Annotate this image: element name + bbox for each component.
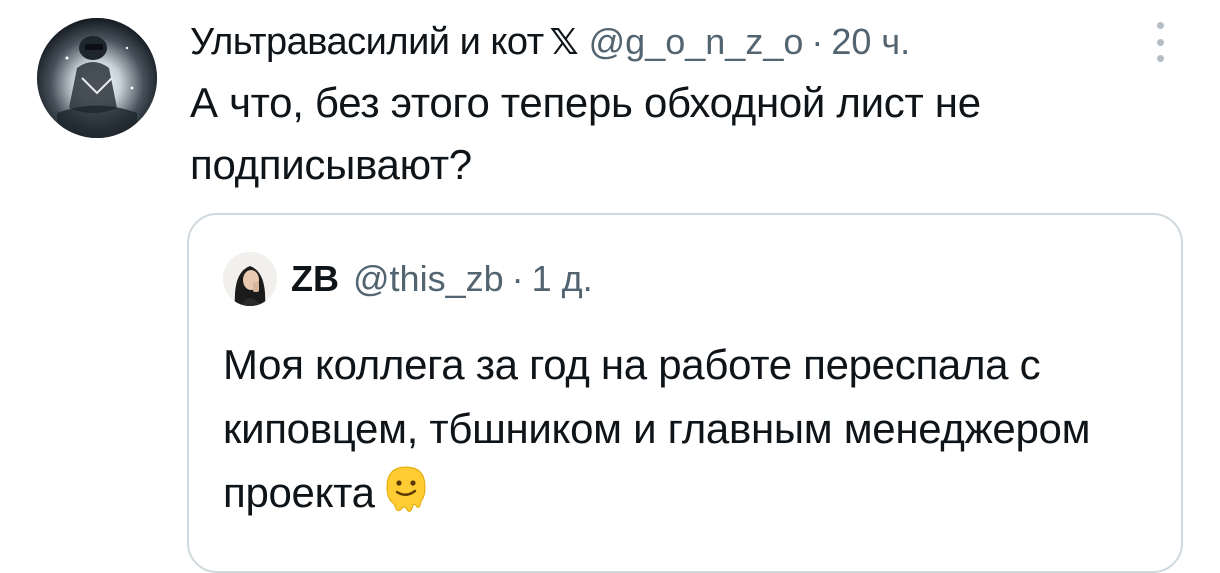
more-vertical-icon[interactable]	[1150, 22, 1170, 62]
author-avatar[interactable]	[37, 18, 157, 138]
quoted-author-avatar	[223, 252, 277, 306]
separator-dot: ·	[511, 258, 524, 299]
quoted-text-body: Моя коллега за год на работе переспала с…	[223, 341, 1091, 516]
separator-dot: ·	[811, 21, 824, 62]
quoted-tweet[interactable]: ZB @this_zb · 1 д. Моя коллега за год на…	[187, 213, 1183, 573]
author-avatar-image	[37, 18, 157, 138]
quoted-tweet-header: ZB @this_zb · 1 д.	[223, 251, 593, 307]
more-dot	[1156, 55, 1164, 62]
melting-face-icon	[383, 463, 429, 515]
quoted-avatar-image	[223, 252, 277, 306]
quoted-timestamp[interactable]: 1 д.	[532, 258, 593, 300]
more-dot	[1156, 22, 1164, 29]
tweet[interactable]: Ультравасилий и кот 𝕏 @g_o_n_z_o · 20 ч.…	[0, 0, 1220, 573]
author-display-name[interactable]: Ультравасилий и кот	[190, 21, 544, 64]
tweet-header: Ультравасилий и кот 𝕏 @g_o_n_z_o · 20 ч.	[190, 14, 910, 70]
tweet-text: А что, без этого теперь обходной лист не…	[190, 79, 981, 188]
quoted-author-name[interactable]: ZB	[291, 258, 339, 300]
quoted-author-handle[interactable]: @this_zb	[353, 258, 504, 300]
quoted-tweet-text: Моя коллега за год на работе переспала с…	[223, 333, 1163, 525]
tweet-timestamp[interactable]: 20 ч.	[831, 21, 910, 63]
more-dot	[1156, 38, 1164, 46]
author-handle[interactable]: @g_o_n_z_o	[589, 21, 804, 63]
x-badge-icon: 𝕏	[549, 21, 579, 62]
